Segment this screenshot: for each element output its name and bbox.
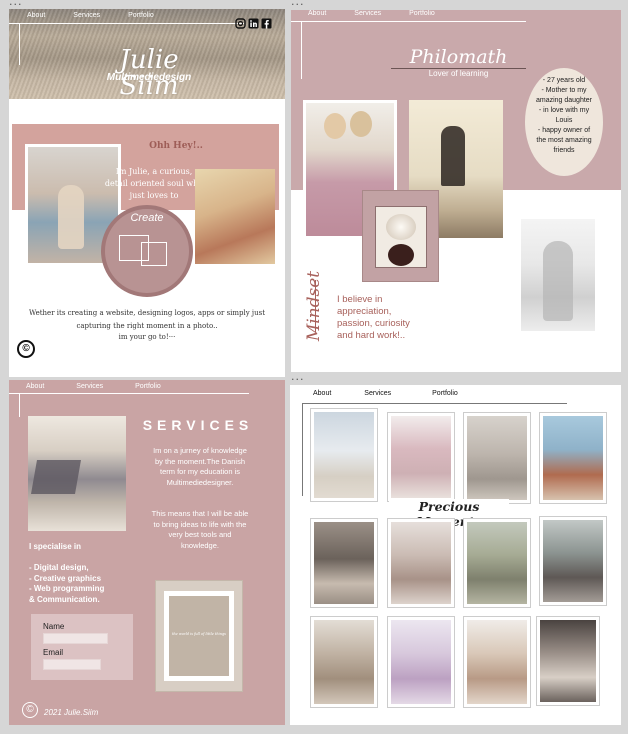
laptop-photo — [28, 416, 126, 531]
nav-services[interactable]: Services — [76, 383, 103, 390]
linkedin-icon[interactable] — [248, 18, 259, 29]
nav-about[interactable]: About — [313, 390, 331, 397]
dark-circle — [388, 244, 414, 266]
logo-emblem — [386, 214, 416, 240]
nav-vertical-line — [301, 21, 302, 79]
body-text: Wether its creating a website, designing… — [28, 309, 266, 330]
window-dots: ··· — [9, 0, 23, 11]
portfolio-photo[interactable] — [464, 617, 530, 707]
services-heading: SERVICES — [142, 417, 254, 433]
main-nav: About Services Portfolio — [308, 10, 435, 17]
nav-services[interactable]: Services — [364, 390, 391, 397]
nav-services[interactable]: Services — [73, 12, 100, 19]
mindset-label-wrap: Mindset — [302, 268, 326, 348]
portfolio-photo[interactable] — [311, 617, 377, 707]
services-page-preview: About Services Portfolio SERVICES Im on … — [9, 380, 285, 725]
nav-portfolio[interactable]: Portfolio — [432, 390, 458, 397]
portfolio-photo[interactable] — [464, 413, 530, 503]
logo-subtitle: Multimediedesign — [106, 72, 192, 83]
specialise-list: - Digital design, - Creative graphics - … — [29, 563, 104, 605]
home-page-preview: About Services Portfolio Julie Siim Mult… — [9, 9, 285, 377]
portfolio-photo[interactable] — [464, 519, 530, 607]
nav-underline — [9, 393, 249, 394]
about-subtitle: Lover of learning — [428, 69, 489, 78]
body-text-tagline: im your go to!··· — [118, 333, 176, 341]
copyright-icon: © — [17, 340, 35, 358]
specialise-heading: I specialise in — [29, 542, 82, 551]
nav-services[interactable]: Services — [354, 10, 381, 17]
about-title: Philomath — [409, 46, 508, 68]
greeting: Ohh Hey!.. — [149, 141, 203, 151]
portfolio-photo[interactable] — [388, 519, 454, 607]
nav-vertical-line — [19, 23, 20, 65]
create-label: Create — [130, 212, 164, 224]
portfolio-photo[interactable] — [311, 409, 377, 501]
facebook-icon[interactable] — [261, 18, 272, 29]
nav-about[interactable]: About — [308, 10, 326, 17]
nav-portfolio[interactable]: Portfolio — [135, 383, 161, 390]
intro-text: Im Julie, a curious, detail oriented sou… — [104, 167, 204, 200]
name-field[interactable] — [43, 633, 108, 644]
social-icons — [235, 18, 272, 29]
copyright-icon: © — [22, 702, 38, 718]
bw-portrait-photo — [521, 219, 595, 331]
logo-card-inner — [375, 206, 427, 268]
nav-about[interactable]: About — [27, 12, 45, 19]
nav-underline — [302, 403, 567, 404]
specialise-item: - Creative graphics — [29, 573, 102, 583]
mindset-label: Mindset — [304, 270, 324, 342]
name-label: Name — [43, 622, 65, 631]
window-dots: ··· — [291, 373, 305, 386]
nav-about[interactable]: About — [26, 383, 44, 390]
email-label: Email — [43, 648, 64, 657]
portfolio-photo[interactable] — [540, 413, 606, 503]
contact-form: Name Email — [31, 614, 133, 680]
facts-text: - 27 years old - Mother to my amazing da… — [535, 77, 593, 154]
services-paragraph-1: Im on a jurney of knowledge by the momen… — [153, 446, 247, 487]
nav-vertical-line — [19, 393, 20, 417]
window-dots: ··· — [291, 0, 305, 11]
portfolio-photo[interactable] — [388, 413, 454, 501]
mindset-rule — [315, 280, 316, 332]
email-field[interactable] — [43, 659, 101, 670]
portfolio-photo[interactable] — [311, 519, 377, 607]
portfolio-page-preview: About Services Portfolio Precious Moment… — [290, 385, 621, 725]
instagram-icon[interactable] — [235, 18, 246, 29]
specialise-item: - Web programming — [29, 584, 105, 593]
frame-icon — [141, 242, 167, 266]
nav-portfolio[interactable]: Portfolio — [128, 12, 154, 19]
create-circle[interactable]: Create — [101, 205, 193, 297]
quote-frame-art: the world is full of little things — [169, 596, 229, 676]
sunny-photo — [195, 169, 275, 264]
portfolio-photo[interactable] — [388, 617, 454, 707]
nav-vertical-line — [302, 403, 303, 496]
quote-frame: the world is full of little things — [155, 580, 243, 692]
nav-portfolio[interactable]: Portfolio — [409, 10, 435, 17]
quote-script: the world is full of little things — [172, 632, 226, 636]
main-nav: About Services Portfolio — [313, 390, 458, 397]
nav-underline — [291, 21, 526, 22]
nav-underline — [9, 23, 244, 24]
services-paragraph-2: This means that I will be able to bring … — [151, 509, 249, 550]
main-nav: About Services Portfolio — [27, 12, 154, 19]
about-page-preview: About Services Portfolio Philomath Lover… — [291, 10, 621, 372]
portfolio-photo[interactable] — [537, 617, 599, 705]
specialise-item: & Communication. — [29, 594, 100, 604]
main-nav: About Services Portfolio — [26, 383, 161, 390]
mindset-text: I believe in appreciation, passion, curi… — [337, 294, 410, 341]
portfolio-photo[interactable] — [540, 517, 606, 605]
specialise-item: - Digital design, — [29, 563, 89, 572]
footer-text: 2021 Julie.Siim — [44, 708, 99, 717]
